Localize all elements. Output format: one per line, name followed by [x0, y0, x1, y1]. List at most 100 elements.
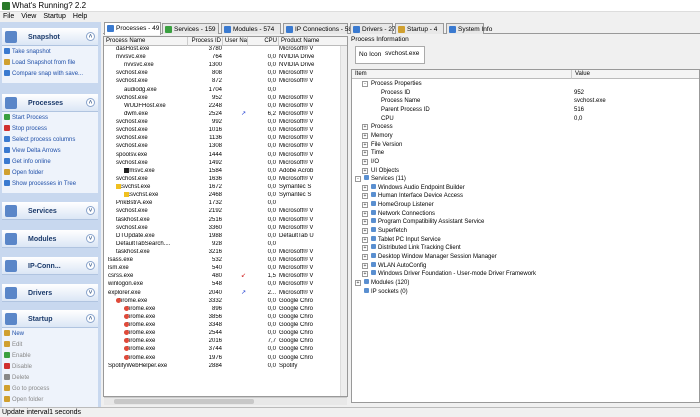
table-row[interactable]: chrome.exe 896 0,0 Google Chro [104, 305, 347, 313]
tree-row[interactable]: - Process Properties [352, 80, 699, 88]
sidebar-item-show-processes-in-tree[interactable]: Show processes in Tree [4, 180, 76, 190]
table-row[interactable]: WUDFHost.exe 2248 0,0 Microsoft® V [104, 103, 347, 110]
table-row[interactable]: svchost.exe 3360 0,0 Microsoft® V [104, 225, 347, 232]
process-properties-tree[interactable]: Item Value - Process Properties Process ID 95… [351, 69, 700, 403]
table-row[interactable]: explorer.exe 2040 2... Microsoft® V ↗ [104, 290, 347, 297]
tab-startup-4[interactable]: Startup - 4 [395, 23, 444, 34]
table-row[interactable]: chrome.exe 3856 0,0 Google Chro [104, 313, 347, 321]
expand-toggle-icon[interactable]: + [362, 150, 368, 157]
table-row[interactable]: svchost.exe 952 0,0 Microsoft® V [104, 95, 347, 102]
collapse-chevron-icon[interactable]: ˅ [86, 288, 95, 297]
table-row[interactable]: audiodg.exe 1704 0,0 [104, 87, 347, 94]
tab-ip-connections-58[interactable]: IP Connections - 58 [283, 23, 352, 34]
tree-row[interactable]: Parent Process ID 516 [352, 106, 699, 114]
table-row[interactable]: dwm.exe 2524 6,2 Microsoft® V ↗ [104, 111, 347, 118]
tree-row[interactable]: + Tablet PC Input Service [352, 235, 699, 244]
expand-toggle-icon[interactable]: + [362, 132, 368, 139]
collapse-chevron-icon[interactable]: ˅ [86, 234, 95, 243]
collapse-chevron-icon[interactable]: ˅ [86, 206, 95, 215]
expand-toggle-icon[interactable]: + [362, 167, 368, 174]
table-row[interactable]: chrome.exe 3332 0,0 Google Chro [104, 297, 347, 305]
panel-header-services[interactable]: Services ˅ [2, 202, 98, 220]
table-row[interactable]: SpotifyWebHelper.exe 2884 0,0 Spotify [104, 363, 347, 370]
table-row[interactable]: DTUpdate.exe 1988 0,0 DefaultTab U [104, 233, 347, 240]
table-row[interactable]: lsm.exe 540 0,0 Microsoft® V [104, 265, 347, 272]
tree-row[interactable]: Process Name svchost.exe [352, 97, 699, 105]
panel-header-ip-conn[interactable]: IP-Conn... ˅ [2, 257, 98, 275]
table-row[interactable]: nvvsvc.exe 1300 0,0 NVIDIA Drive [104, 62, 347, 69]
tab-processes-49[interactable]: Processes - 49 [104, 22, 161, 35]
sidebar-item-open-folder[interactable]: Open folder [4, 169, 43, 179]
expand-toggle-icon[interactable]: + [362, 245, 368, 252]
scroll-thumb[interactable] [114, 399, 254, 404]
table-row[interactable]: ccsvchst.exe 2468 0,0 Symantec S [104, 192, 347, 199]
table-row[interactable]: dasHost.exe 3780 Microsoft® V [104, 46, 347, 53]
collapse-toggle-icon[interactable]: - [355, 176, 361, 183]
tree-row[interactable]: CPU 0,0 [352, 115, 699, 123]
table-row[interactable]: svchost.exe 1016 0,0 Microsoft® V [104, 127, 347, 134]
expand-toggle-icon[interactable]: + [362, 236, 368, 243]
menu-view[interactable]: View [18, 12, 40, 20]
expand-toggle-icon[interactable]: + [362, 184, 368, 191]
sidebar-item-select-process-columns[interactable]: Select process columns [4, 136, 75, 146]
panel-header-startup[interactable]: Startup ˄ [2, 310, 98, 328]
table-row[interactable]: armsvc.exe 1584 0,0 Adobe Acrob [104, 167, 347, 175]
menu-help[interactable]: Help [70, 12, 91, 20]
tree-row[interactable]: + Modules (120) [352, 278, 699, 287]
process-list-vscrollbar[interactable] [340, 46, 347, 396]
column-header-user-name[interactable]: User Name [223, 37, 248, 46]
sidebar-item-stop-process[interactable]: Stop process [4, 125, 47, 135]
collapse-chevron-icon[interactable]: ˄ [86, 32, 95, 41]
tree-row[interactable]: + Process [352, 123, 699, 131]
tree-row[interactable]: - Services (11) [352, 175, 699, 183]
table-row[interactable]: chrome.exe 3744 0,0 Google Chro [104, 346, 347, 353]
table-row[interactable]: DefaultTabSearch.... 928 0,0 [104, 241, 347, 248]
tree-row[interactable]: + Network Connections [352, 209, 699, 218]
expand-toggle-icon[interactable]: + [362, 228, 368, 235]
column-header-process-name[interactable]: Process Name [104, 37, 188, 46]
menu-startup[interactable]: Startup [40, 12, 70, 20]
tab-drivers-270[interactable]: Drivers - 270 [350, 23, 399, 34]
process-list[interactable]: Process NameProcess IDUser NameCPUProduc… [103, 36, 348, 397]
column-header-value[interactable]: Value [572, 70, 699, 79]
column-header-item[interactable]: Item [352, 70, 572, 79]
table-row[interactable]: PnkBstrA.exe 1732 0,0 [104, 200, 347, 207]
table-row[interactable]: svchost.exe 1308 0,0 Microsoft® V [104, 143, 347, 150]
collapse-chevron-icon[interactable]: ˅ [86, 261, 95, 270]
tree-row[interactable]: + Desktop Window Manager Session Manager [352, 253, 699, 261]
table-row[interactable]: ccsvchst.exe 1672 0,0 Symantec S [104, 184, 347, 191]
sidebar-item-new[interactable]: New [4, 330, 24, 340]
sidebar-item-compare-snap-with-save[interactable]: Compare snap with save... [4, 70, 83, 80]
collapse-toggle-icon[interactable]: - [362, 81, 368, 87]
table-row[interactable]: taskhost.exe 3216 0,0 Microsoft® V [104, 249, 347, 256]
tab-services-159[interactable]: Services - 159 [162, 23, 219, 34]
table-row[interactable]: spoolsv.exe 1444 0,0 Microsoft® V [104, 152, 347, 159]
menu-file[interactable]: File [0, 12, 18, 20]
expand-toggle-icon[interactable]: + [362, 210, 368, 217]
table-row[interactable]: svchost.exe 2192 0,0 Microsoft® V [104, 208, 347, 215]
panel-header-processes[interactable]: Processes ˄ [2, 94, 98, 112]
tree-row[interactable]: + I/O [352, 158, 699, 166]
table-row[interactable]: svchost.exe 992 0,0 Microsoft® V [104, 119, 347, 126]
column-header-process-id[interactable]: Process ID [188, 37, 223, 46]
expand-toggle-icon[interactable]: + [362, 124, 368, 131]
tree-row[interactable]: + File Version [352, 141, 699, 149]
expand-toggle-icon[interactable]: + [362, 193, 368, 200]
collapse-chevron-icon[interactable]: ˄ [86, 314, 95, 323]
expand-toggle-icon[interactable]: + [362, 271, 368, 278]
tree-row[interactable]: + Human Interface Device Access [352, 192, 699, 200]
tree-row[interactable]: IP sockets (0) [352, 287, 699, 296]
column-header-cpu[interactable]: CPU [248, 37, 279, 46]
sidebar-item-view-delta-arrows[interactable]: View Delta Arrows [4, 147, 61, 157]
expand-toggle-icon[interactable]: + [355, 279, 361, 286]
table-row[interactable]: chrome.exe 1976 0,0 Google Chro [104, 354, 347, 362]
table-row[interactable]: svchost.exe 872 0,0 Microsoft® V [104, 78, 347, 85]
table-row[interactable]: lsass.exe 532 0,0 Microsoft® V [104, 257, 347, 264]
expand-toggle-icon[interactable]: + [362, 202, 368, 209]
sidebar-item-load-snapshot-from-file[interactable]: Load Snapshot from file [4, 59, 75, 69]
panel-header-drivers[interactable]: Drivers ˅ [2, 284, 98, 302]
table-row[interactable]: chrome.exe 2544 0,0 Google Chro [104, 330, 347, 337]
tree-row[interactable]: + HomeGroup Listener [352, 201, 699, 209]
tab-system-info[interactable]: System Info [446, 23, 492, 34]
tree-row[interactable]: + Windows Driver Foundation - User-mode D… [352, 270, 699, 278]
